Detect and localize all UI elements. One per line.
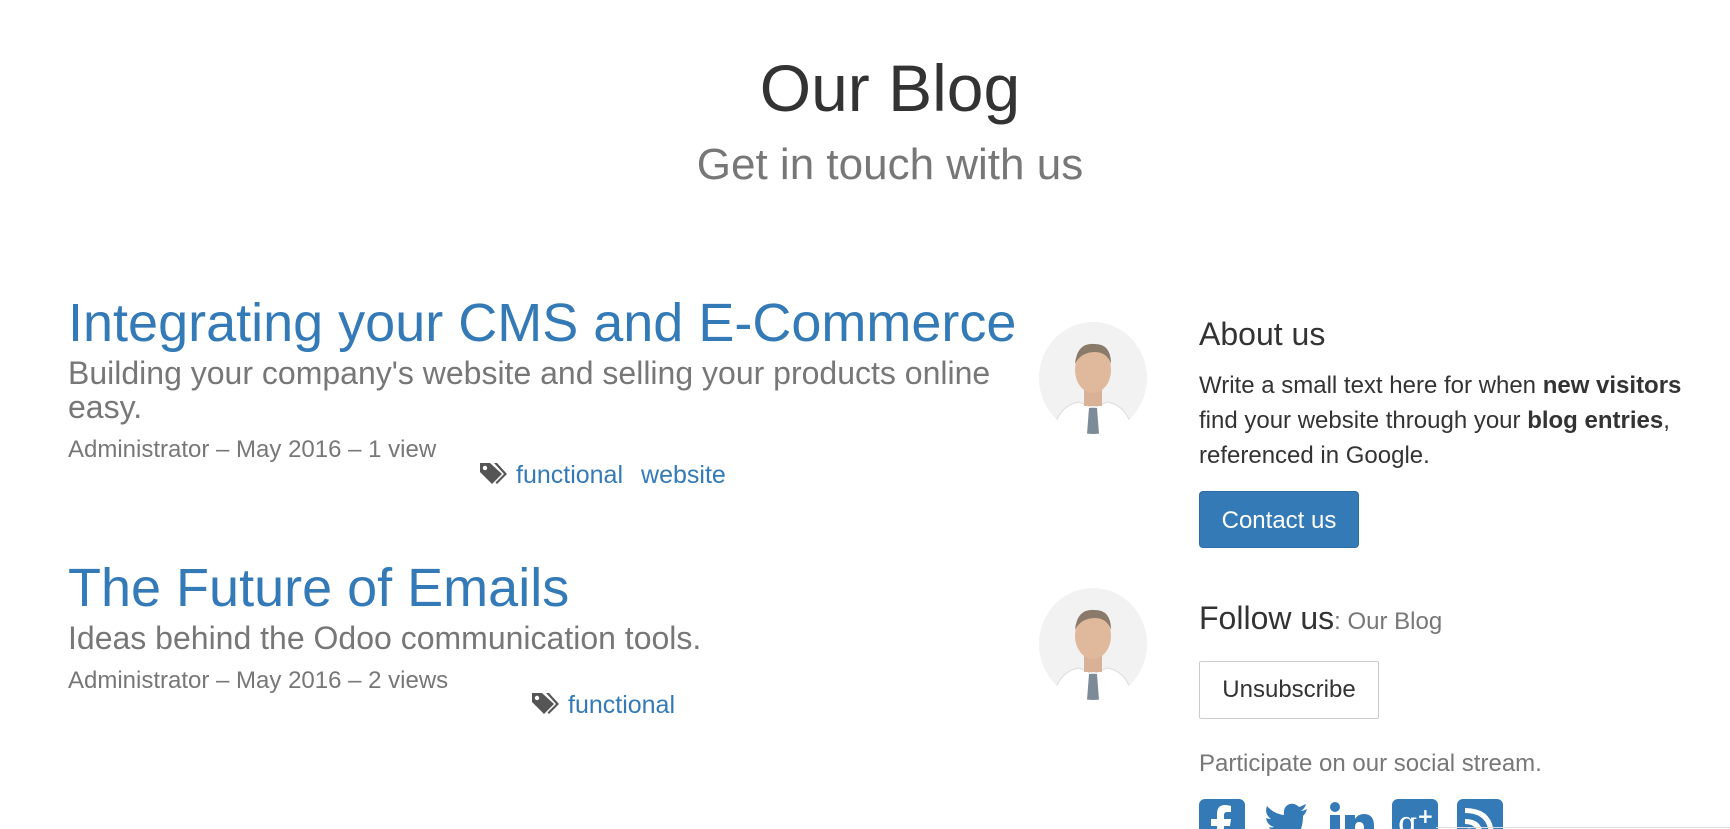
google-plus-icon[interactable]: g + <box>1392 799 1439 829</box>
blog-post: Integrating your CMS and E-Commerce Buil… <box>68 292 1028 489</box>
follow-heading: Follow us <box>1199 600 1335 636</box>
follow-section: Follow us: Our Blog <box>1199 598 1719 645</box>
author-avatar <box>1039 322 1147 434</box>
post-subtitle: Ideas behind the Odoo communication tool… <box>68 620 702 656</box>
page-subtitle: Get in touch with us <box>696 140 1084 189</box>
about-text: Write a small text here for when new vis… <box>1199 368 1719 473</box>
facebook-icon[interactable] <box>1199 799 1245 829</box>
post-subtitle: Building your company's website and sell… <box>68 355 991 425</box>
follow-blog-name: : Our Blog <box>1334 608 1443 635</box>
svg-text:g: g <box>1398 806 1417 829</box>
svg-text:+: + <box>1417 804 1434 828</box>
author-avatar <box>1039 588 1147 700</box>
about-text-bold: new visitors <box>1542 372 1682 399</box>
tag-link[interactable]: functional <box>568 691 675 719</box>
tag-link[interactable]: functional <box>516 461 623 489</box>
contact-us-button[interactable]: Contact us <box>1199 491 1359 548</box>
linkedin-icon[interactable] <box>1328 799 1374 829</box>
about-text-part: Write a small text here for when <box>1199 372 1543 399</box>
twitter-icon[interactable] <box>1263 799 1309 829</box>
post-tags: functional <box>530 690 693 722</box>
tag-link[interactable]: website <box>641 461 726 489</box>
about-text-bold: blog entries <box>1527 407 1664 434</box>
social-links: g + <box>1199 799 1719 829</box>
unsubscribe-button[interactable]: Unsubscribe <box>1199 661 1379 719</box>
post-title-link[interactable]: The Future of Emails <box>68 557 1028 619</box>
tags-icon <box>478 461 508 492</box>
divider <box>1436 827 1730 828</box>
about-heading: About us <box>1199 316 1326 352</box>
about-text-part: find your website through your <box>1199 407 1528 434</box>
blog-post: The Future of Emails Ideas behind the Od… <box>68 557 1028 719</box>
blog-sidebar: About us Write a small text here for whe… <box>1199 314 1719 829</box>
blog-page: Our Blog Get in touch with us Integratin… <box>0 0 1730 829</box>
post-tags: functional website <box>478 460 744 492</box>
post-title-link[interactable]: Integrating your CMS and E-Commerce <box>68 292 1028 354</box>
participate-text: Participate on our social stream. <box>1199 750 1542 777</box>
blog-header: Our Blog Get in touch with us <box>0 52 1730 190</box>
page-title: Our Blog <box>759 51 1021 125</box>
rss-icon[interactable] <box>1456 799 1503 829</box>
tags-icon <box>530 691 560 722</box>
